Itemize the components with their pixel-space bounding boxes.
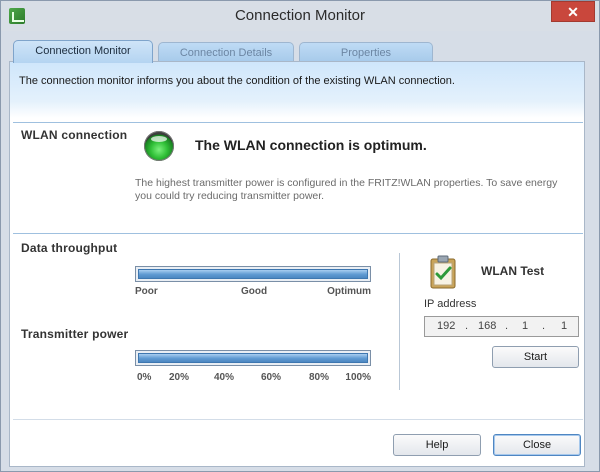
start-button[interactable]: Start	[492, 346, 579, 368]
clipboard-check-icon	[430, 255, 456, 289]
scale-label-40: 40%	[214, 372, 235, 383]
ip-separator: .	[465, 320, 469, 332]
scale-label-60: 60%	[261, 372, 282, 383]
ip-octet-2[interactable]: 168	[478, 320, 496, 332]
close-button[interactable]: Close	[493, 434, 581, 456]
status-led-icon	[144, 131, 174, 161]
scale-label-80: 80%	[309, 372, 330, 383]
data-throughput-fill	[138, 269, 368, 279]
divider	[13, 419, 583, 420]
transmitter-power-label: Transmitter power	[21, 327, 129, 341]
wlan-connection-label: WLAN connection	[21, 128, 128, 142]
help-button[interactable]: Help	[393, 434, 481, 456]
ip-octet-1[interactable]: 192	[437, 320, 455, 332]
divider	[13, 122, 583, 123]
ip-separator: .	[542, 320, 546, 332]
tab-connection-details[interactable]: Connection Details	[158, 42, 294, 63]
close-window-icon[interactable]: ✕	[551, 1, 595, 22]
ip-separator: .	[505, 320, 509, 332]
tab-connection-monitor[interactable]: Connection Monitor	[13, 40, 153, 63]
wlan-test-label: WLAN Test	[481, 264, 545, 278]
window-title: Connection Monitor	[234, 7, 366, 24]
scale-label-100: 100%	[345, 372, 371, 383]
scale-label-poor: Poor	[135, 286, 158, 297]
divider	[13, 233, 583, 234]
transmitter-power-bar	[135, 350, 371, 366]
scale-label-good: Good	[241, 286, 268, 297]
wlan-status-text: The WLAN connection is optimum.	[195, 137, 427, 153]
vertical-divider	[399, 253, 400, 390]
ip-octet-3[interactable]: 1	[522, 320, 528, 332]
title-bar[interactable]: Connection Monitor ✕	[1, 1, 599, 31]
wlan-description: The highest transmitter power is configu…	[135, 177, 558, 202]
connection-monitor-window: Connection Monitor ✕ Connection Monitor …	[0, 0, 600, 472]
ip-octet-4[interactable]: 1	[561, 320, 567, 332]
ip-address-label: IP address	[424, 298, 477, 310]
tab-properties[interactable]: Properties	[299, 42, 433, 63]
scale-label-optimum: Optimum	[327, 286, 371, 297]
data-throughput-label: Data throughput	[21, 241, 118, 255]
data-throughput-bar	[135, 266, 371, 282]
info-text: The connection monitor informs you about…	[19, 75, 455, 87]
ip-address-field[interactable]: 192 . 168 . 1 . 1	[424, 316, 579, 337]
info-banner	[10, 62, 584, 118]
transmitter-power-fill	[138, 353, 368, 363]
scale-label-20: 20%	[169, 372, 190, 383]
scale-label-0: 0%	[137, 372, 152, 383]
